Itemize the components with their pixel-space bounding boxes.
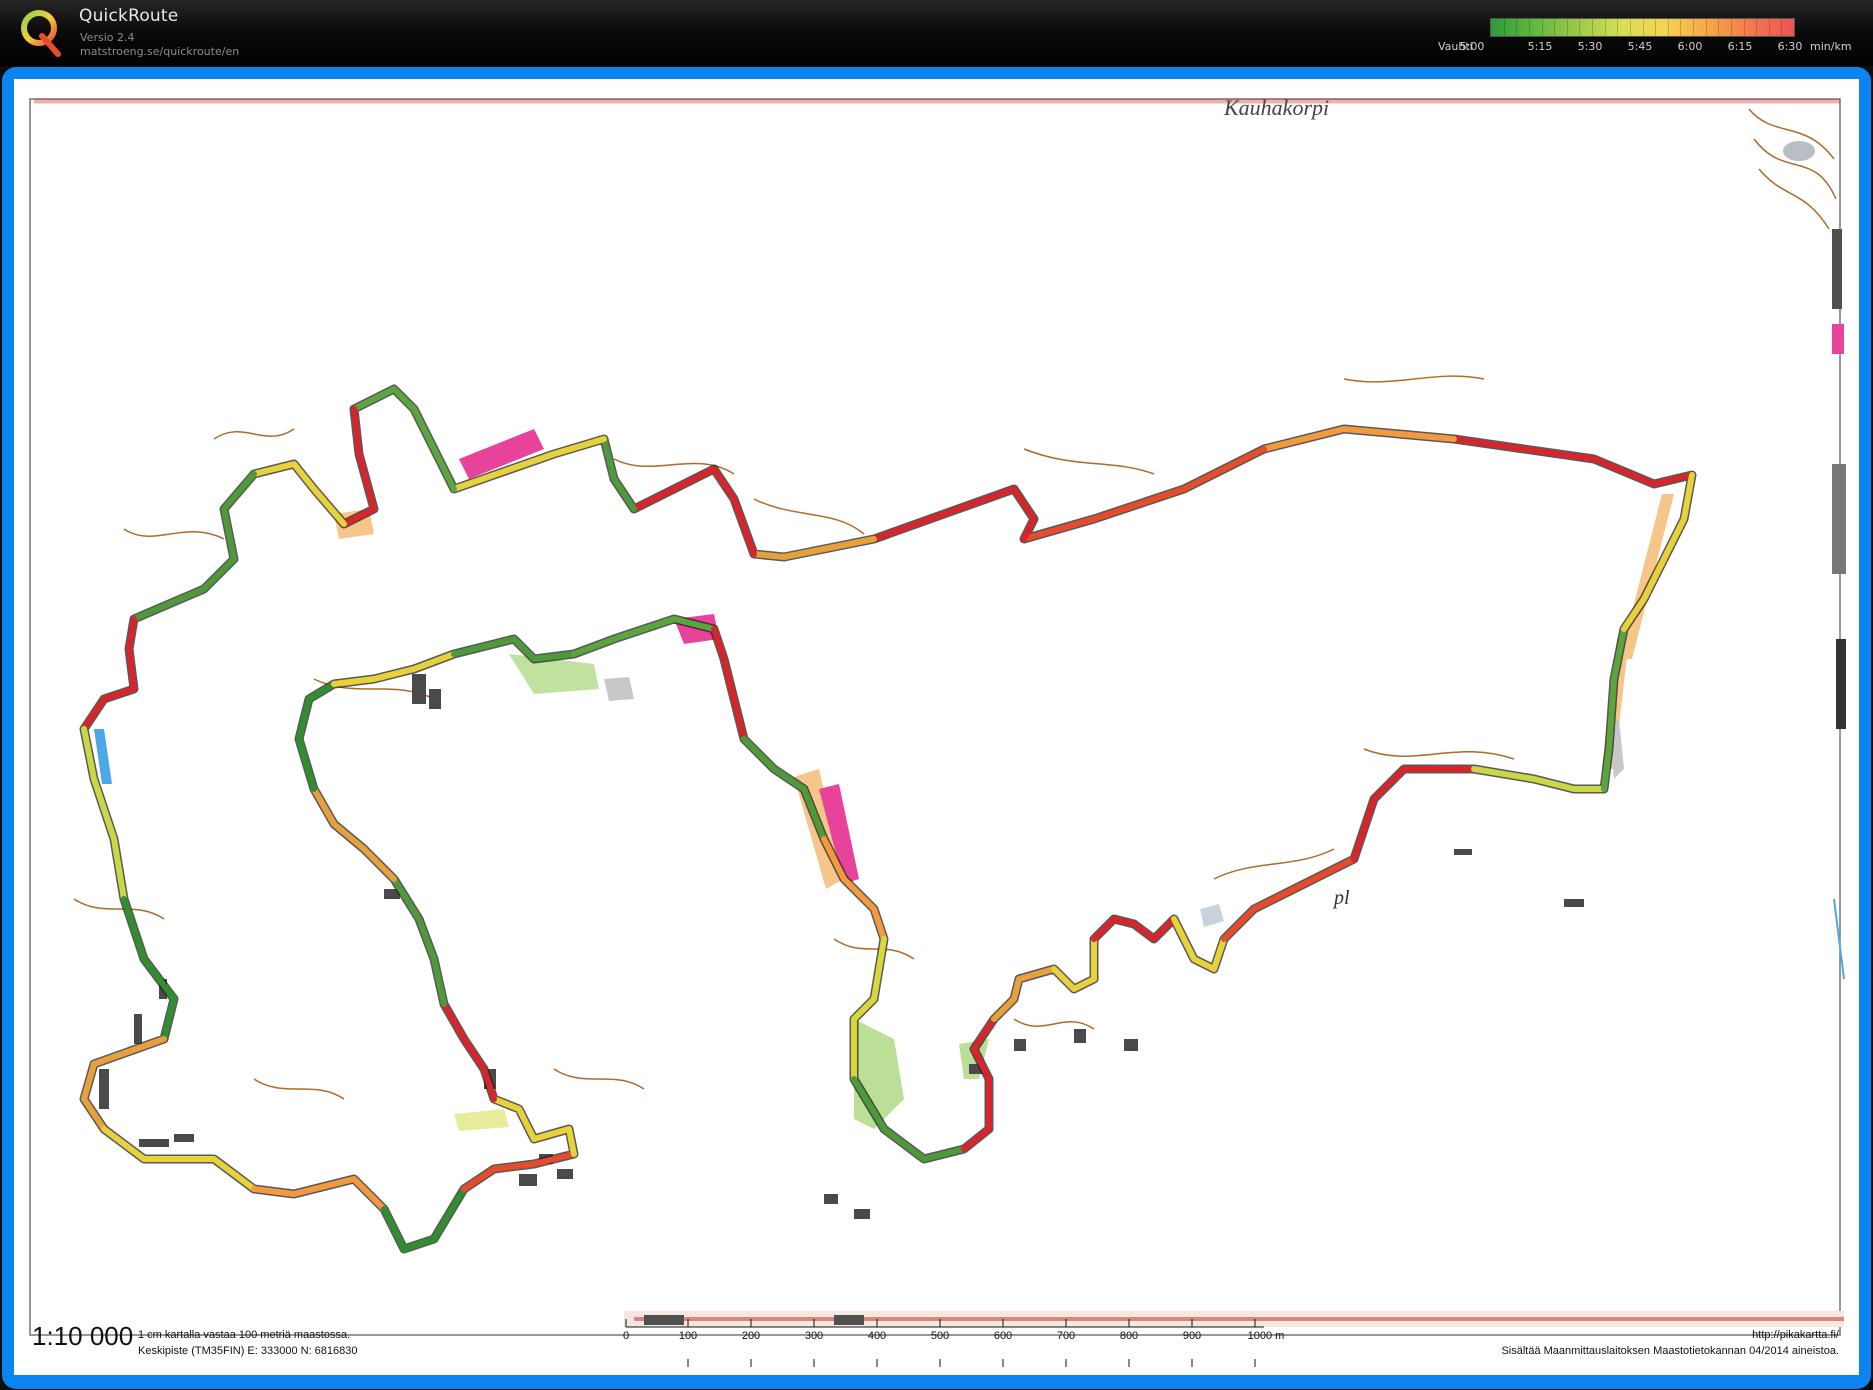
pace-legend-tick: 5:15 bbox=[1527, 40, 1553, 53]
pace-legend-tick: 5:30 bbox=[1577, 40, 1603, 53]
map-credits-source: Sisältää Maanmittauslaitoksen Maastotiet… bbox=[1501, 1345, 1839, 1357]
route-outline bbox=[79, 384, 1697, 1254]
map-edge-top: Kauhakorpi bbox=[34, 95, 1846, 980]
app-version: Versio 2.4 bbox=[80, 31, 135, 44]
scale-bar-label: 900 bbox=[1182, 1330, 1202, 1342]
app-url: matstroeng.se/quickroute/en bbox=[80, 45, 240, 58]
pace-legend-tick: 5:45 bbox=[1627, 40, 1653, 53]
quickroute-window: QuickRoute Versio 2.4 matstroeng.se/quic… bbox=[0, 0, 1873, 1390]
map-road-label: pl bbox=[1332, 887, 1350, 909]
map-canvas[interactable]: Kauhakorpi pl 1:10 000 1 cm kartalla vas… bbox=[14, 79, 1859, 1375]
legend-cell-divider bbox=[1566, 19, 1568, 36]
legend-cell-divider bbox=[1667, 19, 1669, 36]
map-edge-bottom bbox=[624, 1311, 1844, 1327]
scale-bar-label: 100 bbox=[678, 1330, 698, 1342]
legend-cell-divider bbox=[1693, 19, 1694, 36]
legend-cell-divider bbox=[1743, 19, 1745, 36]
scale-bar-label: 0 bbox=[622, 1330, 630, 1342]
legend-cell-divider bbox=[1604, 19, 1606, 36]
legend-cell-divider bbox=[1705, 19, 1707, 36]
legend-cell-divider bbox=[1516, 19, 1518, 36]
pace-legend-unit: min/km bbox=[1810, 40, 1852, 53]
top-bar: QuickRoute Versio 2.4 matstroeng.se/quic… bbox=[0, 0, 1873, 66]
legend-cell-divider bbox=[1541, 19, 1543, 36]
pace-legend-tick: 6:30 bbox=[1777, 40, 1803, 53]
map-buildings bbox=[99, 674, 1584, 1219]
legend-cell-divider bbox=[1642, 19, 1644, 36]
legend-cell-divider bbox=[1554, 19, 1556, 36]
legend-cell-divider bbox=[1579, 19, 1581, 36]
scale-bar-label: 800 bbox=[1119, 1330, 1139, 1342]
legend-cell-divider bbox=[1781, 19, 1783, 36]
legend-cell-divider bbox=[1503, 19, 1505, 36]
map-place-label: Kauhakorpi bbox=[1223, 95, 1329, 120]
legend-cell-divider bbox=[1680, 19, 1682, 36]
scale-bar-label: 1000 m bbox=[1247, 1330, 1285, 1342]
pace-legend-tick: 6:15 bbox=[1727, 40, 1753, 53]
legend-cell-divider bbox=[1629, 19, 1631, 36]
scale-bar-label: 500 bbox=[930, 1330, 950, 1342]
pace-legend-bar bbox=[1490, 18, 1795, 37]
gps-route bbox=[81, 386, 1695, 1252]
legend-cell-divider bbox=[1617, 19, 1619, 36]
legend-cell-divider bbox=[1655, 19, 1657, 36]
legend-cell-divider bbox=[1528, 19, 1530, 36]
legend-cell-divider bbox=[1756, 19, 1758, 36]
pace-legend-tick: 5:00 bbox=[1459, 40, 1485, 53]
map-center-coordinates: Keskipiste (TM35FIN) E: 333000 N: 681683… bbox=[138, 1345, 358, 1357]
app-title: QuickRoute bbox=[79, 6, 179, 26]
orienteering-map[interactable]: Kauhakorpi pl bbox=[14, 79, 1859, 1375]
scale-bar-label: 700 bbox=[1056, 1330, 1076, 1342]
legend-cell-divider bbox=[1718, 19, 1720, 36]
legend-cell-divider bbox=[1592, 19, 1593, 36]
scale-bar-label: 400 bbox=[867, 1330, 887, 1342]
scale-bar-label: 200 bbox=[741, 1330, 761, 1342]
legend-cell-divider bbox=[1730, 19, 1732, 36]
scale-bar-label: 600 bbox=[993, 1330, 1013, 1342]
scale-bar-label: 300 bbox=[804, 1330, 824, 1342]
map-scale-note: 1 cm kartalla vastaa 100 metriä maastoss… bbox=[138, 1329, 351, 1341]
map-credits-url: http://pikakartta.fi/ bbox=[1752, 1329, 1839, 1341]
map-scale-ratio: 1:10 000 bbox=[32, 1321, 134, 1351]
pace-legend-tick: 6:00 bbox=[1677, 40, 1703, 53]
quickroute-logo bbox=[21, 10, 61, 57]
map-contours bbox=[73, 375, 1515, 1100]
legend-cell-divider bbox=[1768, 19, 1770, 36]
